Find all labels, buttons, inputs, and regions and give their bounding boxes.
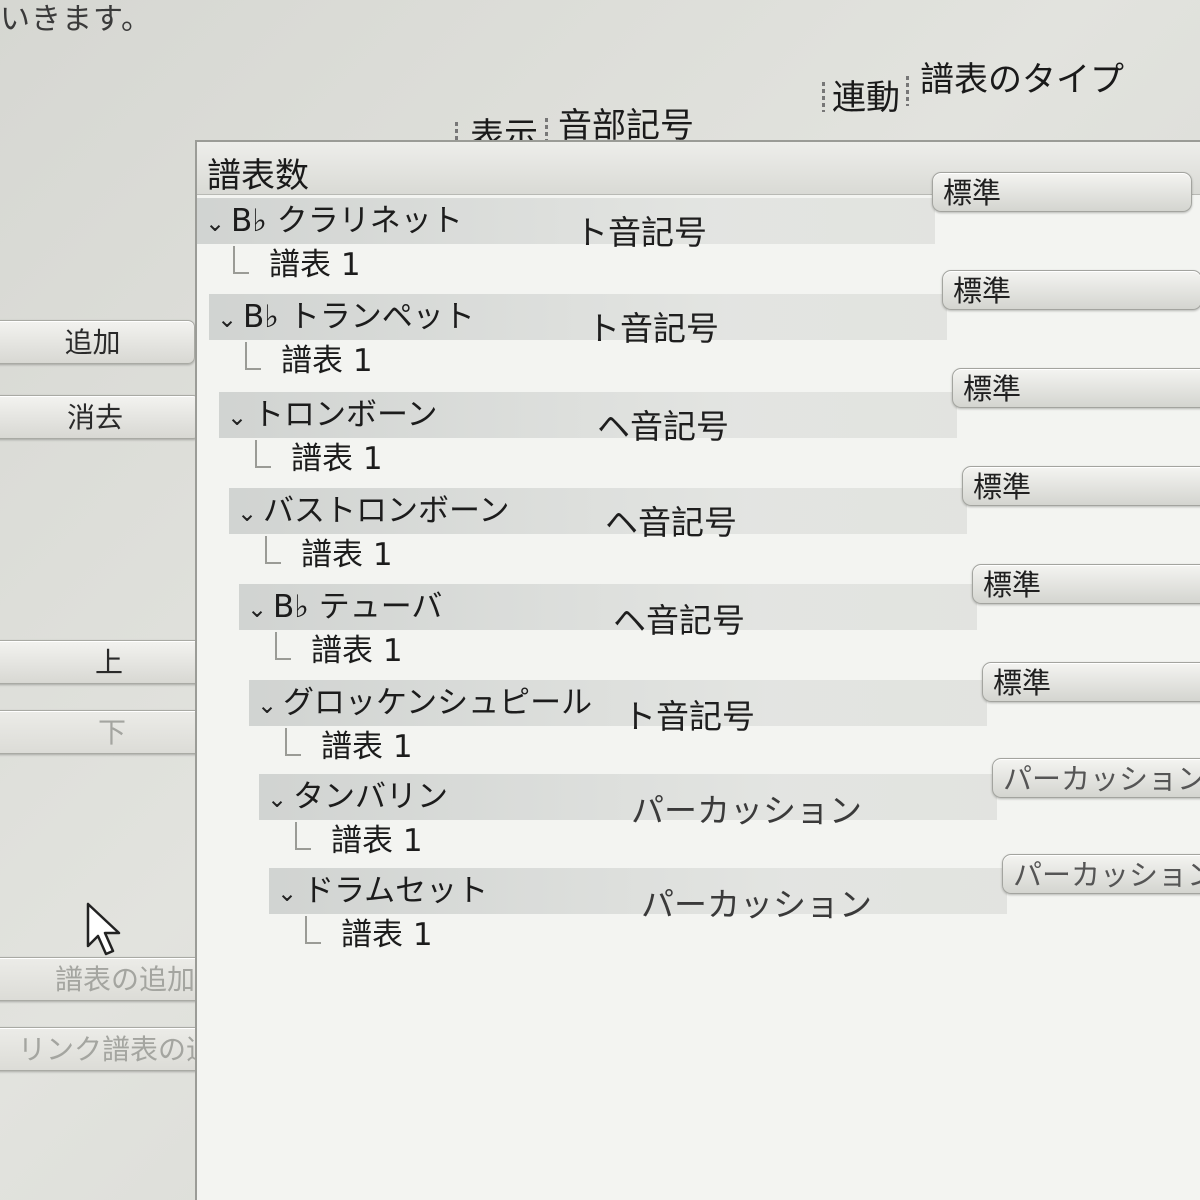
chevron-down-icon[interactable]: ⌄ xyxy=(205,200,231,246)
clef-value[interactable]: ヘ音記号 xyxy=(605,496,737,544)
chevron-down-icon[interactable]: ⌄ xyxy=(227,394,253,440)
instrument-name: タンバリン xyxy=(293,779,448,815)
clef-value[interactable]: ヘ音記号 xyxy=(597,400,729,448)
instrument-name: ドラムセット xyxy=(303,873,489,909)
staff-row[interactable]: 譜表 1 xyxy=(331,818,423,864)
clef-value[interactable]: パーカッション xyxy=(641,878,872,926)
clef-value[interactable]: パーカッション xyxy=(631,784,862,832)
chevron-down-icon[interactable]: ⌄ xyxy=(277,870,303,916)
staff-row[interactable]: 譜表 1 xyxy=(311,628,403,674)
tree-connector xyxy=(255,440,271,468)
instrument-name: グロッケンシュピール xyxy=(283,685,593,721)
column-header-staff-count[interactable]: 譜表数 xyxy=(207,148,309,197)
staff-type-button[interactable]: パーカッション xyxy=(992,758,1200,798)
tree-connector xyxy=(285,728,301,756)
chevron-down-icon[interactable]: ⌄ xyxy=(267,776,293,822)
chevron-down-icon[interactable]: ⌄ xyxy=(257,682,283,728)
staff-row[interactable]: 譜表 1 xyxy=(301,532,393,578)
tree-connector xyxy=(245,342,261,370)
staff-row[interactable]: 譜表 1 xyxy=(269,242,361,288)
staff-type-button[interactable]: パーカッション xyxy=(1002,854,1200,894)
left-button-panel: 追加 消去 上 下 譜表の追加 リンク譜表の追加 xyxy=(0,130,270,1200)
clef-value[interactable]: ト音記号 xyxy=(587,302,719,350)
instrument-name: B♭ トランペット xyxy=(243,299,475,335)
staff-row[interactable]: 譜表 1 xyxy=(341,912,433,958)
staff-row[interactable]: 譜表 1 xyxy=(291,436,383,482)
instrument-row[interactable]: ⌄ ドラムセット xyxy=(269,868,1007,914)
staff-type-button[interactable]: 標準 xyxy=(942,270,1200,310)
column-separator xyxy=(906,76,909,106)
staff-type-button[interactable]: 標準 xyxy=(962,466,1200,506)
staff-type-button[interactable]: 標準 xyxy=(932,172,1192,212)
staff-row[interactable]: 譜表 1 xyxy=(281,338,373,384)
column-separator xyxy=(822,82,825,112)
instruments-table: 譜表数 ⌄ B♭ クラリネット 譜表 1 ト音記号 標準 ⌄ B♭ トランペット 譜… xyxy=(195,140,1200,1200)
mouse-pointer-icon xyxy=(86,902,121,956)
instrument-name: トロンボーン xyxy=(253,397,438,433)
chevron-down-icon[interactable]: ⌄ xyxy=(217,296,243,342)
column-header-link[interactable]: 連動 xyxy=(832,70,900,119)
instrument-row[interactable]: ⌄ トロンボーン xyxy=(219,392,957,438)
instrument-name: B♭ テューバ xyxy=(273,589,443,625)
delete-button[interactable]: 消去 xyxy=(0,395,200,439)
staff-type-button[interactable]: 標準 xyxy=(972,564,1200,604)
chevron-down-icon[interactable]: ⌄ xyxy=(237,490,263,536)
instrument-row[interactable]: ⌄ B♭ クラリネット xyxy=(197,198,935,244)
staff-row[interactable]: 譜表 1 xyxy=(321,724,413,770)
move-up-button[interactable]: 上 xyxy=(0,640,228,684)
chevron-down-icon[interactable]: ⌄ xyxy=(247,586,273,632)
tree-connector xyxy=(295,822,311,850)
staff-type-button[interactable]: 標準 xyxy=(952,368,1200,408)
tree-connector xyxy=(233,246,249,274)
instruments-dialog: いきます。 追加 消去 上 下 譜表の追加 リンク譜表の追加 表示 音部記号 連… xyxy=(0,0,1200,1200)
clef-value[interactable]: ヘ音記号 xyxy=(613,594,745,642)
clef-value[interactable]: ト音記号 xyxy=(575,206,707,254)
tree-connector xyxy=(305,916,321,944)
add-button[interactable]: 追加 xyxy=(0,320,195,364)
staff-type-button[interactable]: 標準 xyxy=(982,662,1200,702)
clef-value[interactable]: ト音記号 xyxy=(623,690,755,738)
instruction-text: いきます。 xyxy=(0,2,152,37)
instrument-row[interactable]: ⌄ グロッケンシュピール xyxy=(249,680,987,726)
tree-connector xyxy=(265,536,281,564)
instrument-row[interactable]: ⌄ タンバリン xyxy=(259,774,997,820)
instrument-name: バストロンボーン xyxy=(263,493,510,529)
instrument-name: B♭ クラリネット xyxy=(231,203,463,239)
column-header-staff-type[interactable]: 譜表のタイプ xyxy=(920,52,1124,101)
tree-connector xyxy=(275,632,291,660)
instrument-row[interactable]: ⌄ B♭ トランペット xyxy=(209,294,947,340)
instrument-row[interactable]: ⌄ B♭ テューバ xyxy=(239,584,977,630)
instrument-row[interactable]: ⌄ バストロンボーン xyxy=(229,488,967,534)
